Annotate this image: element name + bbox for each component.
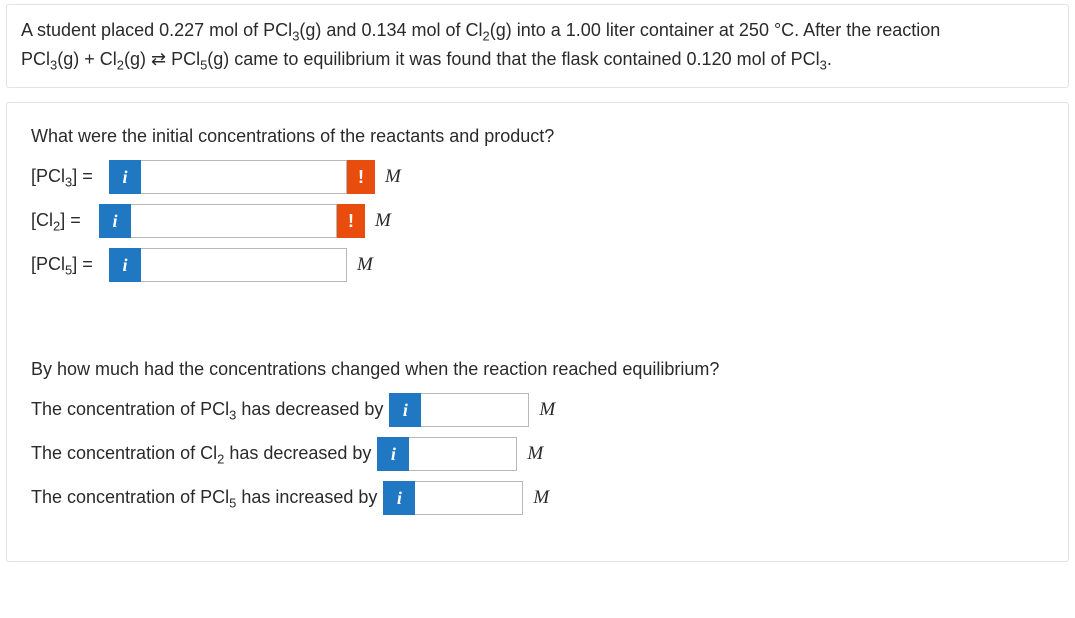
problem-line-2: PCl3(g) + Cl2(g) ⇄ PCl5(g) came to equil… [21,46,1054,75]
info-icon[interactable]: i [99,204,131,238]
text: ] = [72,254,93,274]
text: ] = [60,210,81,230]
q2-row-pcl5: The concentration of PCl5 has increased … [31,481,1044,515]
unit-label: M [527,440,543,469]
q2-input-pcl3[interactable] [421,393,529,427]
text: ] = [72,166,93,186]
q1-label-pcl3: [PCl3] = [31,163,109,192]
subscript: 3 [820,58,827,73]
q2-row-pcl3: The concentration of PCl3 has decreased … [31,393,1044,427]
text: (g) + Cl [57,49,117,69]
unit-label: M [357,251,373,280]
info-icon[interactable]: i [383,481,415,515]
unit-label: M [385,163,401,192]
text: has increased by [236,487,377,507]
q2-row-cl2: The concentration of Cl2 has decreased b… [31,437,1044,471]
text: The concentration of PCl [31,399,229,419]
value-eq-mol: 0.120 [687,49,732,69]
value-volume: 1.00 [566,20,601,40]
info-icon[interactable]: i [109,160,141,194]
info-icon[interactable]: i [109,248,141,282]
q1-label-cl2: [Cl2] = [31,207,99,236]
text: [Cl [31,210,53,230]
problem-statement-panel: A student placed 0.227 mol of PCl3(g) an… [6,4,1069,88]
text: (g) came to equilibrium it was found tha… [207,49,686,69]
text: The concentration of Cl [31,443,217,463]
error-icon: ! [347,160,375,194]
unit-label: M [533,484,549,513]
q1-label-pcl5: [PCl5] = [31,251,109,280]
text: (g) and [299,20,361,40]
text: PCl [21,49,50,69]
q2-input-pcl5[interactable] [415,481,523,515]
text: [PCl [31,166,65,186]
text: (g) into a [490,20,566,40]
subscript: 2 [483,29,490,44]
text: The concentration of PCl [31,487,229,507]
text: °C. After the reaction [769,20,940,40]
error-icon: ! [337,204,365,238]
text: has decreased by [236,399,383,419]
text: liter container at [601,20,739,40]
text: . [827,49,832,69]
q2-label-pcl5: The concentration of PCl5 has increased … [31,484,377,513]
q1-row-pcl3: [PCl3] = i ! M [31,160,1044,194]
text: [PCl [31,254,65,274]
text: (g) [124,49,151,69]
unit-label: M [375,207,391,236]
equilibrium-arrow-icon: ⇄ [151,49,166,69]
text: A student placed [21,20,159,40]
q2-label-pcl3: The concentration of PCl3 has decreased … [31,396,383,425]
value-mol-cl2: 0.134 [361,20,406,40]
text: mol of Cl [407,20,483,40]
text: mol of PCl [204,20,292,40]
q1-prompt: What were the initial concentrations of … [31,123,1044,150]
q1-row-pcl5: [PCl5] = i M [31,248,1044,282]
value-temp: 250 [739,20,769,40]
text: PCl [166,49,200,69]
q2-prompt: By how much had the concentrations chang… [31,356,1044,383]
text: has decreased by [224,443,371,463]
info-icon[interactable]: i [377,437,409,471]
q2-input-cl2[interactable] [409,437,517,471]
q1-input-pcl3[interactable] [141,160,347,194]
question-panel: What were the initial concentrations of … [6,102,1069,562]
q1-input-cl2[interactable] [131,204,337,238]
q1-row-cl2: [Cl2] = i ! M [31,204,1044,238]
problem-line-1: A student placed 0.227 mol of PCl3(g) an… [21,17,1054,46]
unit-label: M [539,396,555,425]
value-mol-pcl3: 0.227 [159,20,204,40]
subscript: 2 [117,58,124,73]
info-icon[interactable]: i [389,393,421,427]
text: mol of PCl [732,49,820,69]
q2-label-cl2: The concentration of Cl2 has decreased b… [31,440,371,469]
q1-input-pcl5[interactable] [141,248,347,282]
spacer [31,292,1044,356]
